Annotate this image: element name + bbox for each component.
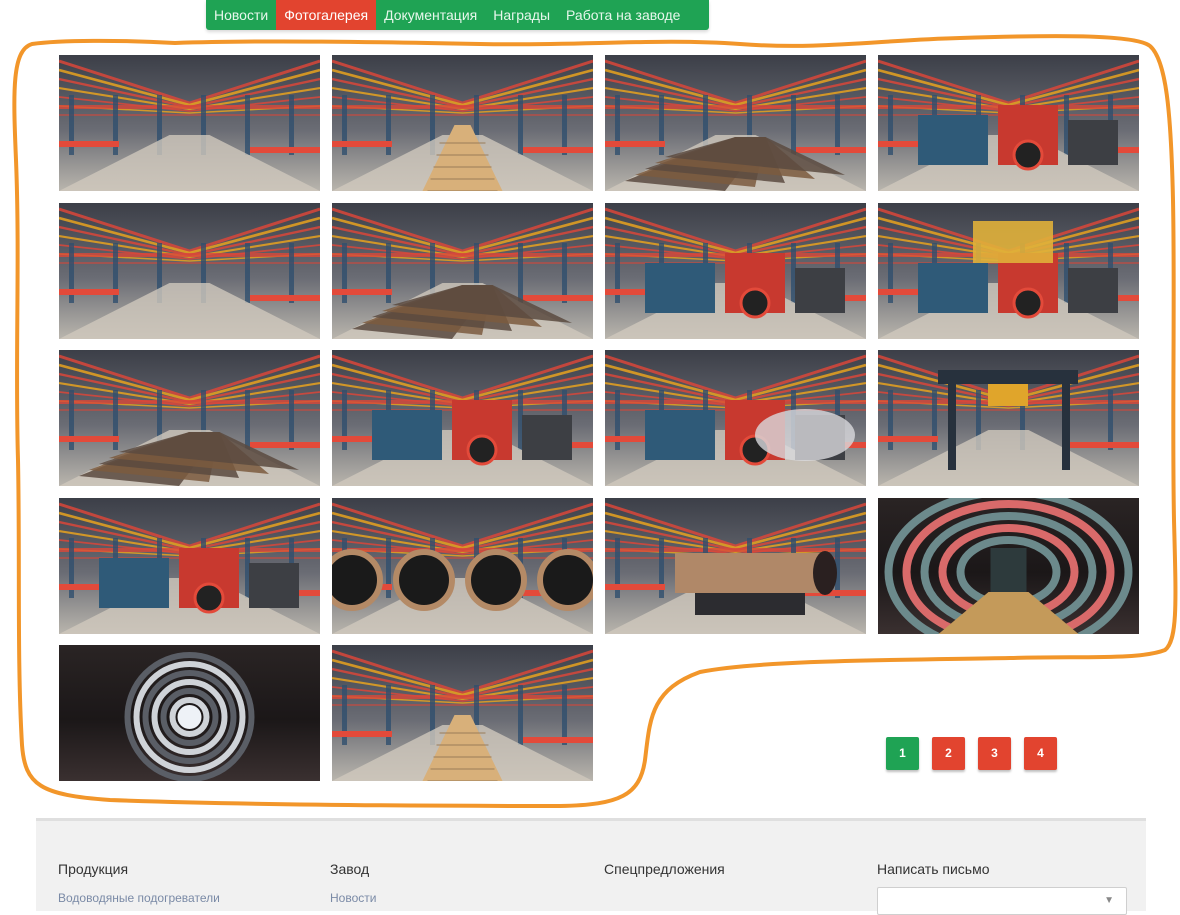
footer-column-factory: Завод Новости <box>330 861 376 905</box>
page-button-4[interactable]: 4 <box>1024 737 1057 770</box>
factory-photo-image <box>59 645 320 781</box>
footer-link-news[interactable]: Новости <box>330 891 376 905</box>
gallery-photo[interactable] <box>605 498 866 634</box>
gallery-photo[interactable] <box>59 55 320 191</box>
footer-title-special-offers: Спецпредложения <box>604 861 725 877</box>
gallery-photo[interactable] <box>332 645 593 781</box>
contact-select[interactable]: ▼ <box>877 887 1127 915</box>
gallery-photo[interactable] <box>605 203 866 339</box>
gallery-photo[interactable] <box>605 350 866 486</box>
gallery-photo[interactable] <box>332 350 593 486</box>
gallery-photo[interactable] <box>605 55 866 191</box>
gallery-photo[interactable] <box>59 203 320 339</box>
footer-column-products: Продукция Водоводяные подогреватели <box>58 861 220 905</box>
gallery-photo[interactable] <box>878 350 1139 486</box>
footer-title-write-letter: Написать письмо <box>877 861 990 877</box>
pagination: 1 2 3 4 <box>886 737 1057 770</box>
photo-gallery <box>0 0 1180 800</box>
factory-photo-image <box>878 498 1139 634</box>
gallery-photo[interactable] <box>878 203 1139 339</box>
chevron-down-icon: ▼ <box>1104 895 1114 906</box>
footer-link-water-heaters[interactable]: Водоводяные подогреватели <box>58 891 220 905</box>
footer-title-products: Продукция <box>58 861 129 877</box>
factory-photo-image <box>605 498 866 634</box>
nav-item-awards[interactable]: Награды <box>485 0 558 30</box>
factory-photo-image <box>332 645 593 781</box>
nav-item-photo-gallery[interactable]: Фотогалерея <box>276 0 377 30</box>
factory-photo-image <box>605 203 866 339</box>
page-button-2[interactable]: 2 <box>932 737 965 770</box>
gallery-photo[interactable] <box>878 498 1139 634</box>
gallery-photo[interactable] <box>332 498 593 634</box>
site-footer: Продукция Водоводяные подогреватели Заво… <box>36 818 1146 915</box>
factory-photo-image <box>605 55 866 191</box>
footer-column-write-letter: Написать письмо <box>877 861 989 877</box>
gallery-photo[interactable] <box>59 350 320 486</box>
factory-photo-image <box>59 55 320 191</box>
factory-photo-image <box>332 498 593 634</box>
factory-photo-image <box>605 350 866 486</box>
factory-photo-image <box>878 55 1139 191</box>
page-button-3[interactable]: 3 <box>978 737 1011 770</box>
factory-photo-image <box>332 55 593 191</box>
gallery-photo[interactable] <box>332 55 593 191</box>
factory-photo-image <box>878 203 1139 339</box>
factory-photo-image <box>59 203 320 339</box>
factory-photo-image <box>332 350 593 486</box>
gallery-photo[interactable] <box>59 498 320 634</box>
nav-item-documentation[interactable]: Документация <box>376 0 485 30</box>
factory-photo-image <box>332 203 593 339</box>
page-button-1[interactable]: 1 <box>886 737 919 770</box>
factory-photo-image <box>59 350 320 486</box>
factory-photo-image <box>878 350 1139 486</box>
gallery-photo[interactable] <box>59 645 320 781</box>
gallery-photo[interactable] <box>878 55 1139 191</box>
nav-item-careers[interactable]: Работа на заводе <box>558 0 688 30</box>
main-nav: Новости Фотогалерея Документация Награды… <box>206 0 709 30</box>
nav-item-news[interactable]: Новости <box>206 0 276 30</box>
footer-column-special-offers: Спецпредложения <box>604 861 725 877</box>
factory-photo-image <box>59 498 320 634</box>
footer-title-factory: Завод <box>330 861 370 877</box>
gallery-photo[interactable] <box>332 203 593 339</box>
